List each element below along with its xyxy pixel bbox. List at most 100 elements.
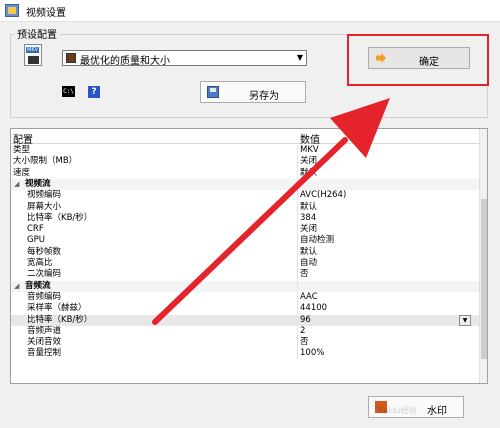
grid-row-value[interactable]: 自动 bbox=[300, 258, 317, 269]
settings-grid[interactable]: 配置 数值 类型 MKV 大小限制（MB） 关闭 速度 默认 ◢ 视频流 视频编码 AVC(H26… bbox=[10, 128, 488, 384]
film-icon bbox=[66, 53, 76, 63]
grid-row-name: CRF bbox=[27, 224, 44, 235]
grid-row-value[interactable]: 默认 bbox=[300, 168, 317, 179]
column-divider bbox=[297, 145, 298, 157]
grid-row-name: 视频编码 bbox=[27, 190, 62, 201]
column-divider bbox=[297, 258, 298, 270]
title-bar: 视频设置 bbox=[0, 0, 500, 22]
collapse-triangle-icon[interactable]: ◢ bbox=[14, 281, 19, 292]
grid-row[interactable]: 速度 默认 bbox=[11, 167, 483, 179]
grid-row-value[interactable]: 否 bbox=[300, 337, 309, 348]
column-divider bbox=[297, 314, 298, 326]
chevron-down-icon: ▼ bbox=[296, 53, 303, 62]
vertical-scrollbar[interactable] bbox=[479, 129, 487, 383]
grid-row[interactable]: 宽高比 自动 bbox=[11, 258, 483, 270]
floppy-disk-icon bbox=[207, 86, 219, 98]
column-divider bbox=[297, 280, 298, 292]
grid-row-value[interactable]: 关闭 bbox=[300, 224, 317, 235]
mkv-file-icon: MKV bbox=[24, 44, 42, 66]
grid-row-value[interactable]: MKV bbox=[300, 145, 319, 156]
grid-row-value[interactable]: AAC bbox=[300, 292, 318, 303]
column-divider bbox=[297, 212, 298, 225]
column-divider bbox=[297, 178, 298, 191]
grid-row-name: 速度 bbox=[13, 167, 31, 178]
grid-row[interactable]: 屏幕大小 默认 bbox=[11, 201, 483, 213]
grid-row-name: 二次编码 bbox=[27, 269, 62, 280]
grid-row[interactable]: CRF 关闭 bbox=[11, 224, 483, 236]
grid-row[interactable]: 关闭音效 否 bbox=[11, 337, 483, 349]
app-icon bbox=[5, 4, 19, 17]
grid-row-name: GPU bbox=[27, 235, 45, 246]
grid-row-value[interactable]: 44100 bbox=[300, 303, 327, 314]
grid-row-name: 音频声道 bbox=[27, 325, 62, 336]
grid-row[interactable]: 音量控制 100% bbox=[11, 348, 483, 360]
column-divider bbox=[297, 303, 298, 315]
clapperboard-icon bbox=[28, 56, 39, 64]
preset-select[interactable]: 最优化的质量和大小 ▼ bbox=[62, 50, 307, 67]
grid-row[interactable]: 比特率（KB/秒） 384 bbox=[11, 212, 483, 225]
grid-row-name: 音频流 bbox=[25, 280, 51, 291]
grid-row-value[interactable]: 默认 bbox=[300, 202, 317, 213]
column-divider bbox=[297, 190, 298, 202]
grid-row[interactable]: 类型 MKV bbox=[11, 145, 483, 157]
preset-select-value: 最优化的质量和大小 bbox=[80, 56, 170, 67]
grid-row[interactable]: GPU 自动检测 bbox=[11, 235, 483, 247]
grid-row-name: 宽高比 bbox=[27, 258, 53, 268]
grid-row-name: 比特率（KB/秒） bbox=[27, 212, 93, 223]
grid-row[interactable]: 音频声道 2 bbox=[11, 325, 483, 338]
column-divider bbox=[297, 337, 298, 349]
grid-row-value[interactable]: 384 bbox=[300, 213, 316, 224]
grid-row[interactable]: 每秒帧数 默认 bbox=[11, 246, 483, 258]
grid-category-row[interactable]: ◢ 视频流 bbox=[11, 178, 483, 191]
grid-row-value[interactable]: 默认 bbox=[300, 247, 317, 258]
column-divider bbox=[297, 348, 298, 360]
grid-row-value[interactable]: 关闭 bbox=[300, 156, 317, 167]
header-value: 数值 bbox=[300, 135, 320, 146]
chevron-down-icon[interactable]: ▼ bbox=[459, 314, 471, 326]
column-divider bbox=[297, 201, 298, 213]
grid-row[interactable]: 大小限制（MB） 关闭 bbox=[11, 156, 483, 168]
column-divider bbox=[297, 167, 298, 179]
format-tag: MKV bbox=[26, 47, 40, 53]
header-name: 配置 bbox=[13, 135, 33, 146]
save-as-button[interactable]: 另存为 bbox=[200, 81, 306, 103]
window-title: 视频设置 bbox=[26, 8, 66, 19]
column-divider bbox=[297, 224, 298, 236]
column-divider bbox=[297, 269, 298, 281]
grid-row-name: 采样率（赫兹） bbox=[27, 303, 87, 314]
command-line-icon[interactable]: C:\ bbox=[62, 86, 75, 97]
scrollbar-thumb[interactable] bbox=[481, 199, 487, 359]
column-divider bbox=[297, 325, 298, 338]
grid-row-value[interactable]: 2 bbox=[300, 326, 305, 337]
grid-row[interactable]: 采样率（赫兹） 44100 bbox=[11, 303, 483, 315]
grid-row-name: 比特率（KB/秒） bbox=[27, 314, 93, 325]
grid-row-name: 大小限制（MB） bbox=[13, 156, 78, 167]
grid-row-name: 每秒帧数 bbox=[27, 246, 62, 257]
grid-row[interactable]: 比特率（KB/秒） 96 ▼ bbox=[11, 314, 483, 326]
column-divider bbox=[297, 156, 298, 168]
grid-row-value[interactable]: 自动检测 bbox=[300, 235, 334, 246]
grid-row[interactable]: 视频编码 AVC(H264) bbox=[11, 190, 483, 202]
help-icon[interactable]: ? bbox=[88, 86, 100, 98]
column-divider bbox=[297, 246, 298, 258]
grid-row-name: 音频编码 bbox=[27, 291, 62, 302]
column-divider bbox=[297, 235, 298, 247]
site-watermark: Baidu经验 bbox=[378, 406, 417, 415]
annotation-highlight-box bbox=[347, 34, 489, 86]
grid-row-value[interactable]: 否 bbox=[300, 269, 309, 280]
grid-row-name: 视频流 bbox=[25, 178, 51, 189]
grid-row[interactable]: 二次编码 否 bbox=[11, 269, 483, 281]
grid-header: 配置 数值 bbox=[11, 129, 483, 146]
watermark-button-label: 水印 bbox=[427, 406, 447, 417]
grid-row[interactable]: 音频编码 AAC bbox=[11, 291, 483, 304]
preset-group-label: 预设配置 bbox=[14, 26, 60, 41]
grid-category-row[interactable]: ◢ 音频流 bbox=[11, 280, 483, 292]
column-divider bbox=[297, 291, 298, 304]
collapse-triangle-icon[interactable]: ◢ bbox=[14, 179, 19, 190]
grid-row-name: 屏幕大小 bbox=[27, 201, 62, 212]
grid-row-value[interactable]: 96 bbox=[300, 315, 311, 326]
grid-row-value[interactable]: AVC(H264) bbox=[300, 190, 346, 201]
save-as-label: 另存为 bbox=[249, 91, 279, 102]
grid-row-value[interactable]: 100% bbox=[300, 348, 324, 359]
grid-row-name: 关闭音效 bbox=[27, 337, 62, 348]
